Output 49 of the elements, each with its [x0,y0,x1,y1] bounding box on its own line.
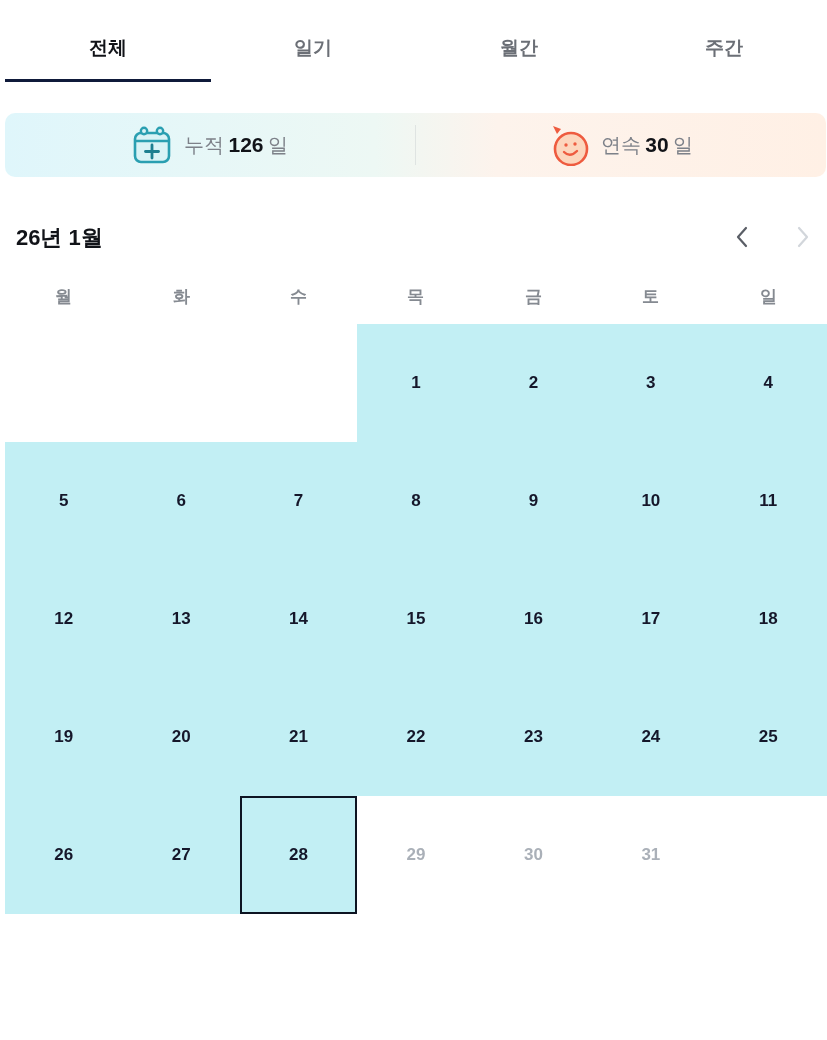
calendar-day[interactable]: 13 [122,560,240,678]
stat-value: 126 [228,132,264,159]
calendar-day[interactable]: 4 [709,324,827,442]
calendar-day[interactable]: 28 [239,796,358,914]
calendar-day[interactable]: 9 [474,442,593,560]
calendar-day[interactable]: 19 [5,678,123,796]
stat-label: 누적 [184,133,225,158]
calendar-day[interactable]: 16 [474,560,593,678]
tab[interactable]: 일기 [210,18,416,82]
calendar-day[interactable]: 21 [239,678,358,796]
tab[interactable]: 월간 [416,18,622,82]
calendar-day[interactable]: 14 [239,560,358,678]
calendar-day[interactable]: 12 [5,560,123,678]
weekday-label: 금 [523,286,543,308]
weekday-label: 목 [406,286,426,308]
calendar-day[interactable]: 17 [592,560,710,678]
calendar-day[interactable]: 15 [357,560,475,678]
month-title: 26년 1월 [16,223,103,252]
weekday-label: 일 [758,286,778,308]
chevron-right-icon [797,226,809,248]
stat-unit: 일 [672,133,693,158]
stat-value: 30 [645,132,669,159]
calendar-day[interactable]: 24 [592,678,710,796]
chevron-left-icon [736,226,748,248]
weekday-label: 화 [171,286,191,308]
calendar-day[interactable]: 11 [709,442,827,560]
calendar-day[interactable]: 18 [709,560,827,678]
calendar-day[interactable]: 23 [474,678,593,796]
calendar-day[interactable]: 8 [357,442,475,560]
calendar-day[interactable]: 26 [5,796,123,914]
calendar-day[interactable]: 7 [239,442,358,560]
calendar-day[interactable]: 20 [122,678,240,796]
calendar-day[interactable]: 25 [709,678,827,796]
calendar-day[interactable]: 2 [474,324,593,442]
tab[interactable]: 주간 [621,18,827,82]
calendar-day[interactable]: 6 [122,442,240,560]
tab[interactable]: 전체 [5,18,211,82]
weekday-label: 수 [289,286,309,308]
calendar-day[interactable]: 3 [592,324,710,442]
stat-unit: 일 [267,133,288,158]
weekday-label: 토 [641,286,661,308]
calendar-day[interactable]: 22 [357,678,475,796]
calendar-day[interactable]: 5 [5,442,123,560]
calendar-day[interactable]: 27 [122,796,240,914]
calendar-day[interactable]: 1 [357,324,475,442]
weekday-label: 월 [54,286,74,308]
calendar-day[interactable]: 10 [592,442,710,560]
calendar-plus-icon [132,125,173,165]
stat-label: 연속 [601,133,642,158]
